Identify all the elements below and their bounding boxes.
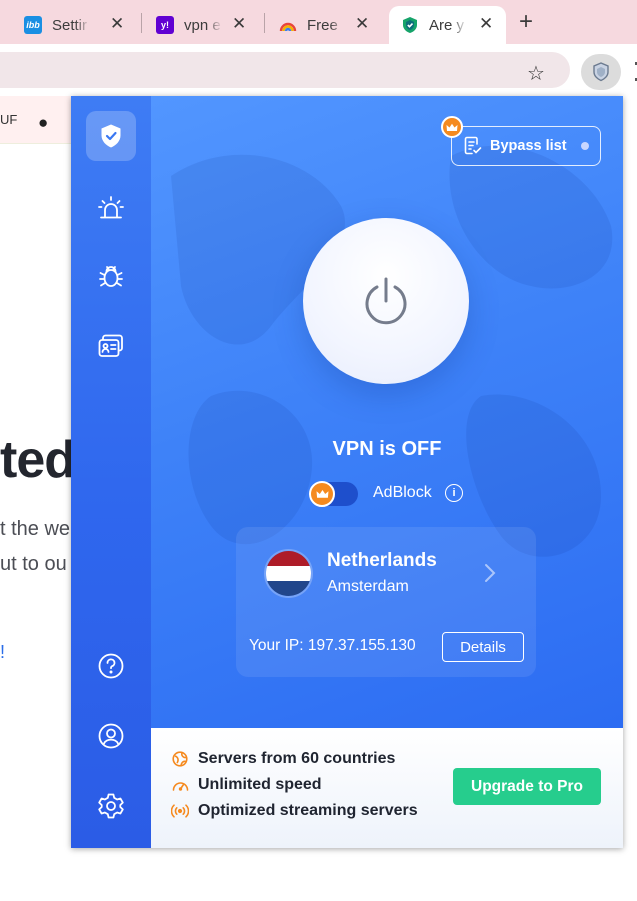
page-nav-icon: ● [38, 113, 49, 132]
new-tab-button[interactable]: + [519, 8, 533, 36]
page-paragraph-line: t the we [0, 518, 71, 540]
tab-title: Settir [52, 16, 88, 34]
close-tab-icon[interactable]: ✕ [479, 14, 493, 34]
alarm-icon [98, 196, 124, 219]
tab-settings[interactable]: ibb Settir ✕ [24, 6, 136, 44]
globe-icon [171, 750, 189, 768]
shield-icon [101, 124, 121, 148]
location-selector[interactable]: Netherlands Amsterdam [236, 527, 536, 617]
extensions-overflow-icon[interactable] [629, 58, 637, 88]
vpn-extension-button[interactable] [581, 54, 621, 90]
feature-item: Unlimited speed [171, 776, 322, 794]
page-nav-text: UF [0, 112, 18, 127]
bug-icon [99, 266, 123, 287]
location-city: Amsterdam [327, 578, 409, 595]
sidebar-item-vpn[interactable] [86, 111, 136, 161]
adblock-label: AdBlock [373, 484, 432, 501]
upgrade-promo: Servers from 60 countries Unlimited spee… [151, 728, 623, 848]
ip-address-text: Your IP: 197.37.155.130 [249, 637, 416, 654]
shield-outline-icon [593, 62, 609, 82]
info-icon[interactable]: i [445, 484, 463, 502]
vpn-status-text: VPN is OFF [332, 438, 442, 460]
settings-icon [98, 793, 124, 819]
yahoo-favicon-icon: y! [156, 16, 174, 34]
sidebar-item-help[interactable] [86, 641, 136, 691]
list-document-icon [464, 136, 482, 155]
location-country: Netherlands [327, 550, 437, 571]
tab-bar: ibb Settir ✕ y! vpn e ✕ Free ✕ Are y ✕ + [0, 0, 637, 44]
feature-text: Servers from 60 countries [198, 750, 396, 767]
popup-sidebar [71, 96, 151, 848]
close-tab-icon[interactable]: ✕ [355, 14, 369, 34]
bypass-status-dot [581, 142, 589, 150]
feature-text: Unlimited speed [198, 776, 322, 793]
location-card: Netherlands Amsterdam Your IP: 197.37.15… [236, 527, 536, 677]
details-button[interactable]: Details [442, 632, 524, 662]
feature-item: Optimized streaming servers [171, 802, 418, 820]
id-card-icon [98, 334, 123, 357]
tab-title: Free [307, 16, 338, 34]
page-link[interactable]: ! [0, 642, 5, 663]
feature-item: Servers from 60 countries [171, 750, 395, 768]
upgrade-button[interactable]: Upgrade to Pro [453, 768, 601, 805]
tab-title: vpn e [184, 16, 221, 34]
bypass-list-button[interactable]: Bypass list [451, 126, 601, 166]
bookmark-star-icon[interactable]: ☆ [527, 61, 545, 86]
sidebar-item-settings[interactable] [86, 781, 136, 831]
chevron-right-icon [485, 564, 496, 582]
account-icon [98, 723, 124, 749]
page-paragraph-line: ut to ou [0, 553, 67, 575]
tab-active-vpn[interactable]: Are y ✕ [389, 6, 506, 44]
shield-check-icon [401, 16, 419, 34]
vpn-main-panel: Bypass list VPN is OFF AdBlock i Netherl… [151, 96, 623, 728]
address-bar[interactable] [0, 52, 570, 88]
power-icon [365, 277, 407, 325]
speedometer-icon [171, 776, 189, 794]
bypass-list-label: Bypass list [490, 138, 567, 154]
toolbar: ☆ [0, 44, 637, 96]
tab-title: Are y [429, 16, 465, 34]
page-heading: ted [0, 431, 76, 489]
tab-free[interactable]: Free ✕ [279, 6, 379, 44]
netherlands-flag-icon [266, 551, 311, 596]
tab-vpn-search[interactable]: y! vpn e ✕ [156, 6, 260, 44]
tab-divider [141, 13, 142, 33]
adblock-toggle[interactable] [309, 481, 358, 507]
premium-crown-icon [441, 116, 463, 138]
sidebar-item-account[interactable] [86, 711, 136, 761]
rainbow-icon [279, 16, 297, 34]
vpn-popup: Bypass list VPN is OFF AdBlock i Netherl… [71, 96, 623, 848]
sidebar-item-alerts[interactable] [86, 183, 136, 233]
tab-divider [264, 13, 265, 33]
close-tab-icon[interactable]: ✕ [232, 14, 246, 34]
power-button[interactable] [303, 218, 469, 384]
help-icon [98, 653, 124, 679]
sidebar-item-threats[interactable] [86, 251, 136, 301]
close-tab-icon[interactable]: ✕ [110, 14, 124, 34]
premium-crown-icon [309, 481, 335, 507]
feature-text: Optimized streaming servers [198, 802, 418, 819]
ibb-favicon-icon: ibb [24, 16, 42, 34]
sidebar-item-identity[interactable] [86, 321, 136, 371]
broadcast-icon [171, 802, 189, 820]
